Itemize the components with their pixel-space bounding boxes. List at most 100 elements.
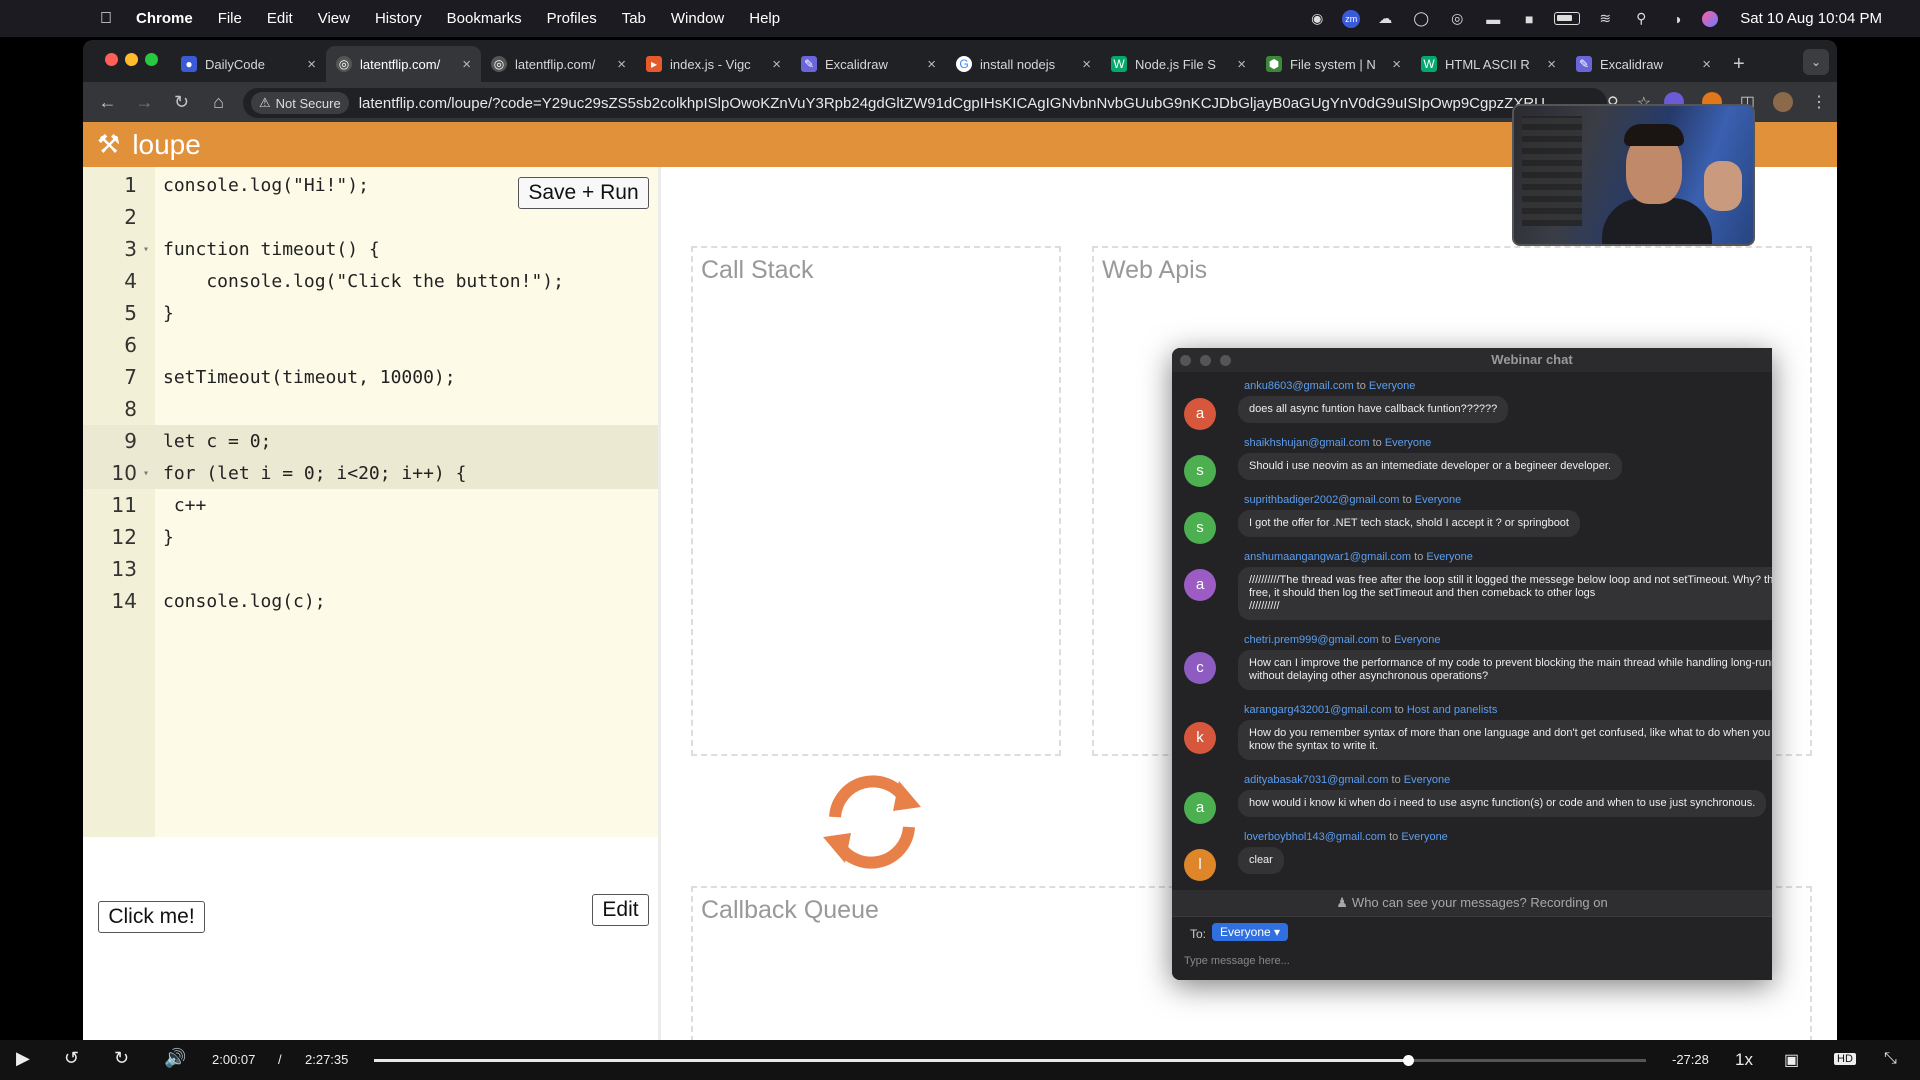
tab-close-icon[interactable]: × [462, 56, 471, 73]
code-line[interactable]: 11 c++ [83, 489, 658, 521]
profile-avatar[interactable] [1773, 92, 1793, 112]
menu-window[interactable]: Window [671, 10, 724, 27]
search-icon[interactable]: ⚲ [1630, 10, 1652, 27]
wifi-icon[interactable]: ≋ [1594, 10, 1616, 27]
chat-minimize-icon[interactable] [1200, 355, 1211, 366]
volume-icon[interactable]: 🔊 [164, 1048, 186, 1069]
menu-help[interactable]: Help [749, 10, 780, 27]
browser-tab[interactable]: ◎ latentflip.com/ × [481, 46, 636, 82]
editor-divider[interactable] [658, 167, 661, 1040]
tab-close-icon[interactable]: × [1237, 56, 1246, 73]
browser-tab[interactable]: W Node.js File S × [1101, 46, 1256, 82]
code-line[interactable]: 7 setTimeout(timeout, 10000); [83, 361, 658, 393]
battery-icon[interactable] [1554, 12, 1581, 25]
menu-file[interactable]: File [218, 10, 242, 27]
globe-status-icon[interactable]: ◎ [1446, 10, 1468, 27]
sender-email[interactable]: shaikhshujan@gmail.com [1244, 437, 1370, 449]
home-icon[interactable]: ⌂ [200, 92, 237, 113]
message-input[interactable]: Type message here... [1184, 955, 1290, 967]
recipient-select[interactable]: Everyone ▾ [1212, 923, 1289, 941]
menu-app-name[interactable]: Chrome [136, 10, 193, 27]
browser-tab[interactable]: ✎ Excalidraw × [791, 46, 946, 82]
seek-knob[interactable] [1403, 1055, 1415, 1066]
tab-close-icon[interactable]: × [307, 56, 316, 73]
code-line[interactable]: 10 ▾ for (let i = 0; i<20; i++) { [83, 457, 658, 489]
playback-speed[interactable]: 1x [1735, 1050, 1753, 1070]
siri-icon[interactable] [1702, 10, 1719, 27]
chat-zoom-icon[interactable] [1220, 355, 1231, 366]
code-line[interactable]: 5} [83, 297, 658, 329]
browser-tab[interactable]: ✎ Excalidraw × [1566, 46, 1721, 82]
browser-tab[interactable]: ⬢ File system | N × [1256, 46, 1411, 82]
code-line[interactable]: 6 [83, 329, 658, 361]
forward-icon[interactable]: → [126, 92, 163, 113]
apple-icon[interactable]:  [100, 10, 122, 28]
tab-close-icon[interactable]: × [617, 56, 626, 73]
security-chip[interactable]: ⚠ Not Secure [251, 92, 349, 114]
browser-tab[interactable]: ▸ index.js - Vigc × [636, 46, 791, 82]
code-editor[interactable]: 1 console.log("Hi!"); 2 3 ▾ function timeout(… [83, 167, 658, 837]
fullscreen-icon[interactable]: ⤡ [1884, 1050, 1897, 1068]
back-icon[interactable]: ← [89, 92, 126, 113]
sender-email[interactable]: suprithbadiger2002@gmail.com [1244, 494, 1399, 506]
browser-tab[interactable]: Ginstall nodejs × [946, 46, 1101, 82]
obs-icon[interactable]: ◉ [1306, 10, 1328, 27]
minimize-window-icon[interactable] [125, 53, 138, 66]
chrome-menu-icon[interactable]: ⋮ [1811, 92, 1827, 112]
seek-bar[interactable] [374, 1055, 1646, 1066]
menu-bookmarks[interactable]: Bookmarks [447, 10, 522, 27]
fold-arrow-icon[interactable]: ▾ [137, 468, 155, 479]
code-line[interactable]: 12} [83, 521, 658, 553]
control-center-icon[interactable]: ◑ [1666, 11, 1688, 27]
chat-close-icon[interactable] [1180, 355, 1191, 366]
tab-close-icon[interactable]: × [1547, 56, 1556, 73]
tab-search-icon[interactable]: ⌄ [1803, 49, 1829, 75]
menu-history[interactable]: History [375, 10, 422, 27]
menu-view[interactable]: View [318, 10, 350, 27]
browser-tab[interactable]: W HTML ASCII R × [1411, 46, 1566, 82]
tab-close-icon[interactable]: × [772, 56, 781, 73]
sender-email[interactable]: loverboybhol143@gmail.com [1244, 831, 1386, 843]
browser-tab[interactable]: ◎ latentflip.com/ × [326, 46, 481, 82]
cloud-icon[interactable]: ☁ [1374, 10, 1396, 27]
picture-in-picture-icon[interactable]: ▣ [1784, 1050, 1799, 1070]
tab-close-icon[interactable]: × [1082, 56, 1091, 73]
tab-close-icon[interactable]: × [1392, 56, 1401, 73]
menu-tab[interactable]: Tab [622, 10, 646, 27]
code-line[interactable]: 14 console.log(c); [83, 585, 658, 617]
code-line[interactable]: 4 console.log("Click the button!"); [83, 265, 658, 297]
hd-icon[interactable]: HD [1834, 1053, 1856, 1065]
edit-button[interactable]: Edit [592, 894, 649, 926]
code-line[interactable]: 13 [83, 553, 658, 585]
browser-tab[interactable]: ● DailyCode × [171, 46, 326, 82]
code-line[interactable]: 9 let c = 0; [83, 425, 658, 457]
tab-close-icon[interactable]: × [1702, 56, 1711, 73]
code-line[interactable]: 8 [83, 393, 658, 425]
display-icon[interactable]: ▬ [1482, 11, 1504, 27]
play-icon[interactable]: ▶ [16, 1048, 30, 1069]
sender-email[interactable]: anshumaangangwar1@gmail.com [1244, 551, 1411, 563]
rewind-icon[interactable]: ↺ [64, 1048, 79, 1069]
menu-profiles[interactable]: Profiles [547, 10, 597, 27]
fold-arrow-icon[interactable]: ▾ [137, 244, 155, 255]
menu-clock[interactable]: Sat 10 Aug 10:04 PM [1740, 10, 1882, 27]
code-line[interactable]: 3 ▾ function timeout() { [83, 233, 658, 265]
save-run-button[interactable]: Save + Run [518, 177, 649, 209]
sender-email[interactable]: adityabasak7031@gmail.com [1244, 774, 1388, 786]
forward-skip-icon[interactable]: ↻ [114, 1048, 129, 1069]
close-window-icon[interactable] [105, 53, 118, 66]
zoom-window-icon[interactable] [145, 53, 158, 66]
webcam-feed[interactable] [1512, 104, 1755, 246]
sender-email[interactable]: karangarg432001@gmail.com [1244, 704, 1392, 716]
menu-edit[interactable]: Edit [267, 10, 293, 27]
extension-status-icon[interactable]: ■ [1518, 11, 1540, 27]
screen-record-icon[interactable]: ◯ [1410, 10, 1432, 27]
click-me-button[interactable]: Click me! [98, 901, 205, 933]
zoom-icon[interactable]: zm [1342, 9, 1361, 28]
address-bar[interactable]: ⚠ Not Secure latentflip.com/loupe/?code=… [243, 88, 1607, 118]
new-tab-icon[interactable]: + [1733, 46, 1745, 82]
reload-icon[interactable]: ↻ [163, 92, 200, 113]
sender-email[interactable]: chetri.prem999@gmail.com [1244, 634, 1379, 646]
chat-messages[interactable]: anku8603@gmail.com to Everyone a does all … [1172, 372, 1772, 916]
tab-close-icon[interactable]: × [927, 56, 936, 73]
